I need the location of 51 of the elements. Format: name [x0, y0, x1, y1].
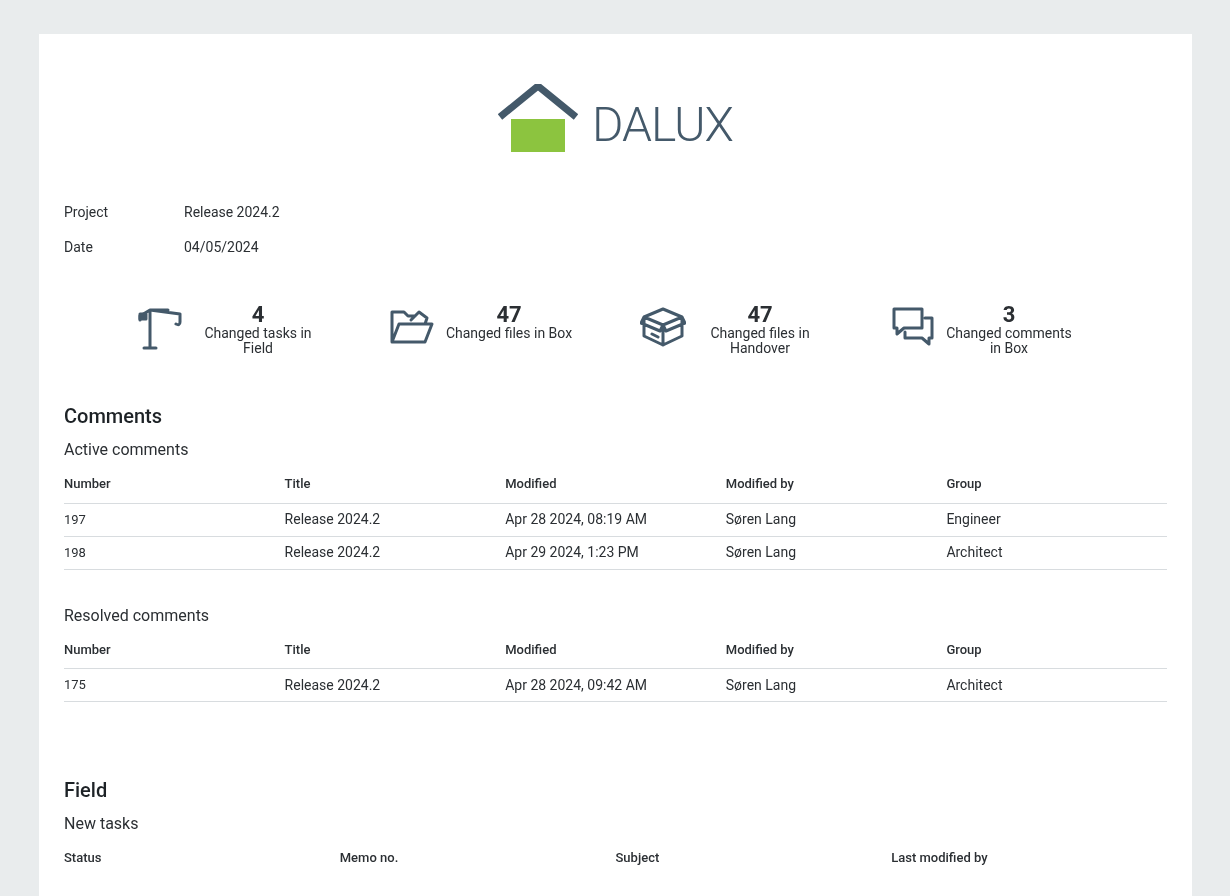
stat-label: Changed files in Box: [445, 326, 573, 341]
table-heading: New tasks: [64, 814, 140, 834]
column-header: Group: [946, 641, 982, 657]
column-header: Number: [64, 641, 111, 657]
info-label: Project: [64, 203, 110, 222]
column-header: Subject: [615, 850, 660, 865]
column-header: Title: [284, 641, 311, 657]
house-logo-icon: [498, 84, 578, 154]
column-header: Group: [946, 476, 982, 491]
stat-label: Changed comments in Box: [945, 326, 1073, 356]
info-value: Release 2024.2: [184, 203, 280, 222]
column-header: Title: [284, 476, 311, 491]
table-cell: Apr 28 2024, 09:42 AM: [505, 676, 647, 693]
table-cell: Release 2024.2: [284, 511, 381, 527]
table-cell: 197: [64, 511, 86, 527]
table-cell: Søren Lang: [725, 676, 797, 693]
column-header: Status: [64, 850, 102, 865]
section-heading: Comments: [64, 404, 164, 428]
info-value: 04/05/2024: [184, 238, 259, 257]
table-cell: Søren Lang: [725, 511, 797, 527]
table-heading: Active comments: [64, 440, 190, 460]
table-cell: Architect: [946, 544, 1003, 560]
info-label: Date: [64, 238, 94, 257]
section-heading: Field: [64, 778, 109, 802]
crane-icon: [138, 306, 184, 350]
box-icon: [640, 306, 686, 348]
column-header: Modified by: [725, 641, 794, 657]
stat-count: 4: [251, 304, 265, 326]
stat-count: 3: [1002, 304, 1016, 326]
table-cell: Release 2024.2: [284, 544, 381, 560]
column-header: Number: [64, 476, 111, 491]
stat-label: Changed tasks in Field: [203, 326, 313, 356]
table-cell: 175: [64, 677, 86, 693]
column-header: Memo no.: [339, 850, 399, 865]
stat-count: 47: [496, 304, 522, 326]
table-cell: Apr 29 2024, 1:23 PM: [505, 544, 639, 560]
logo-text: DALUX: [592, 98, 733, 152]
column-header: Modified by: [725, 476, 794, 491]
table-cell: Engineer: [946, 511, 1001, 527]
column-header: Last modified by: [891, 850, 988, 865]
chat-bubbles-icon: [891, 306, 935, 346]
table-cell: Release 2024.2: [284, 676, 381, 693]
table-heading: Resolved comments: [64, 605, 211, 626]
stat-count: 47: [747, 304, 773, 326]
stat-label: Changed files in Handover: [709, 326, 811, 356]
column-header: Modified: [505, 476, 557, 491]
table-cell: Apr 28 2024, 08:19 AM: [505, 511, 647, 527]
table-cell: 198: [64, 544, 86, 560]
column-header: Modified: [505, 641, 557, 657]
table-cell: Architect: [946, 676, 1003, 693]
table-cell: Søren Lang: [725, 544, 797, 560]
